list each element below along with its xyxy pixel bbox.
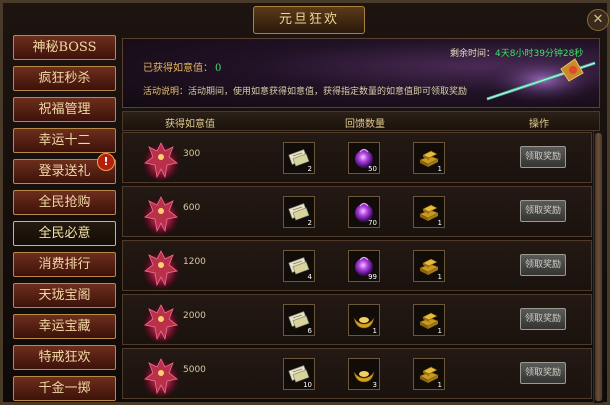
table-row: 600 2 70 1 领取奖励 — [122, 186, 592, 237]
table-row: 1200 4 99 1 领取奖励 — [122, 240, 592, 291]
reward-slot[interactable]: 2 — [283, 142, 315, 174]
header-rewards: 回馈数量 — [345, 119, 385, 130]
sword-icon — [483, 55, 599, 105]
reward-slot[interactable]: 1 — [413, 304, 445, 336]
reward-count: 10 — [303, 381, 312, 389]
demon-emblem-icon — [141, 353, 181, 397]
reward-slot[interactable]: 50 — [348, 142, 380, 174]
reward-slot[interactable]: 1 — [413, 142, 445, 174]
claim-reward-button[interactable]: 领取奖励 — [520, 362, 566, 384]
header-action: 操作 — [529, 119, 549, 130]
scrollbar-thumb[interactable] — [595, 133, 602, 401]
reward-slot[interactable]: 99 — [348, 250, 380, 282]
reward-count: 1 — [437, 273, 442, 281]
sidebar-item-flash-sale[interactable]: 疯狂秒杀 — [13, 66, 116, 91]
sidebar-item-mystery-boss[interactable]: 神秘BOSS — [13, 35, 116, 60]
ruyi-value: 0 — [215, 63, 222, 74]
reward-slot[interactable]: 1 — [413, 196, 445, 228]
event-window: 元旦狂欢 ✕ 神秘BOSS 疯狂秒杀 祝福管理 幸运十二 登录送礼 全民抢购 全… — [0, 0, 610, 405]
notification-badge: ! — [97, 153, 115, 171]
claim-reward-button[interactable]: 领取奖励 — [520, 200, 566, 222]
event-sidebar: 神秘BOSS 疯狂秒杀 祝福管理 幸运十二 登录送礼 全民抢购 全民必意 消费排… — [13, 35, 116, 405]
reward-slot[interactable]: 3 — [348, 358, 380, 390]
reward-count: 50 — [368, 165, 377, 173]
reward-slot[interactable]: 70 — [348, 196, 380, 228]
ruyi-threshold: 300 — [183, 149, 201, 159]
table-header: 获得如意值 回馈数量 操作 — [122, 111, 600, 131]
reward-count: 3 — [372, 381, 377, 389]
table-row: 2000 6 1 1 领取奖励 — [122, 294, 592, 345]
description-text: 活动期间，使用如意获得如意值，获得指定数量的如意值即可领取奖励 — [188, 87, 468, 97]
header-ruyi-value: 获得如意值 — [165, 119, 215, 130]
close-icon[interactable]: ✕ — [587, 9, 609, 31]
reward-count: 1 — [437, 381, 442, 389]
reward-slot[interactable]: 1 — [413, 250, 445, 282]
reward-count: 1 — [437, 165, 442, 173]
sidebar-item-big-spender[interactable]: 千金一掷 — [13, 376, 116, 401]
sidebar-item-lucky-twelve[interactable]: 幸运十二 — [13, 128, 116, 153]
reward-slot[interactable]: 1 — [348, 304, 380, 336]
reward-slot[interactable]: 4 — [283, 250, 315, 282]
reward-count: 6 — [307, 327, 312, 335]
demon-emblem-icon — [141, 245, 181, 289]
scrollbar[interactable] — [593, 131, 603, 403]
demon-emblem-icon — [141, 299, 181, 343]
ruyi-value-line: 已获得如意值： 0 — [143, 59, 221, 74]
reward-slot[interactable]: 2 — [283, 196, 315, 228]
reward-count: 2 — [307, 219, 312, 227]
demon-emblem-icon — [141, 137, 181, 181]
claim-reward-button[interactable]: 领取奖励 — [520, 308, 566, 330]
reward-count: 1 — [372, 327, 377, 335]
sidebar-item-group-buy[interactable]: 全民抢购 — [13, 190, 116, 215]
sidebar-item-ruyi[interactable]: 全民必意 — [13, 221, 116, 246]
reward-slot[interactable]: 6 — [283, 304, 315, 336]
reward-slot[interactable]: 10 — [283, 358, 315, 390]
table-row: 300 2 50 1 领取奖励 — [122, 132, 592, 183]
table-row: 5000 10 3 1 领取奖励 — [122, 348, 592, 399]
reward-count: 4 — [307, 273, 312, 281]
reward-count: 99 — [368, 273, 377, 281]
ruyi-threshold: 1200 — [183, 257, 206, 267]
reward-count: 70 — [368, 219, 377, 227]
sidebar-item-lucky-treasure[interactable]: 幸运宝藏 — [13, 314, 116, 339]
sidebar-item-blessing[interactable]: 祝福管理 — [13, 97, 116, 122]
sidebar-item-ring-carnival[interactable]: 特戒狂欢 — [13, 345, 116, 370]
ruyi-threshold: 5000 — [183, 365, 206, 375]
reward-slot[interactable]: 1 — [413, 358, 445, 390]
ruyi-threshold: 2000 — [183, 311, 206, 321]
reward-count: 1 — [437, 219, 442, 227]
reward-count: 1 — [437, 327, 442, 335]
sidebar-item-treasure-pavilion[interactable]: 天珑宝阁 — [13, 283, 116, 308]
ruyi-threshold: 600 — [183, 203, 201, 213]
demon-emblem-icon — [141, 191, 181, 235]
event-description: 活动说明：活动期间，使用如意获得如意值，获得指定数量的如意值即可领取奖励 — [143, 84, 467, 97]
window-title: 元旦狂欢 — [253, 6, 365, 34]
ruyi-value-label: 已获得如意值： — [143, 63, 213, 74]
event-banner: 已获得如意值： 0 活动说明：活动期间，使用如意获得如意值，获得指定数量的如意值即… — [122, 38, 600, 108]
reward-count: 2 — [307, 165, 312, 173]
sidebar-item-spend-rank[interactable]: 消费排行 — [13, 252, 116, 277]
claim-reward-button[interactable]: 领取奖励 — [520, 146, 566, 168]
claim-reward-button[interactable]: 领取奖励 — [520, 254, 566, 276]
description-label: 活动说明： — [143, 87, 189, 97]
